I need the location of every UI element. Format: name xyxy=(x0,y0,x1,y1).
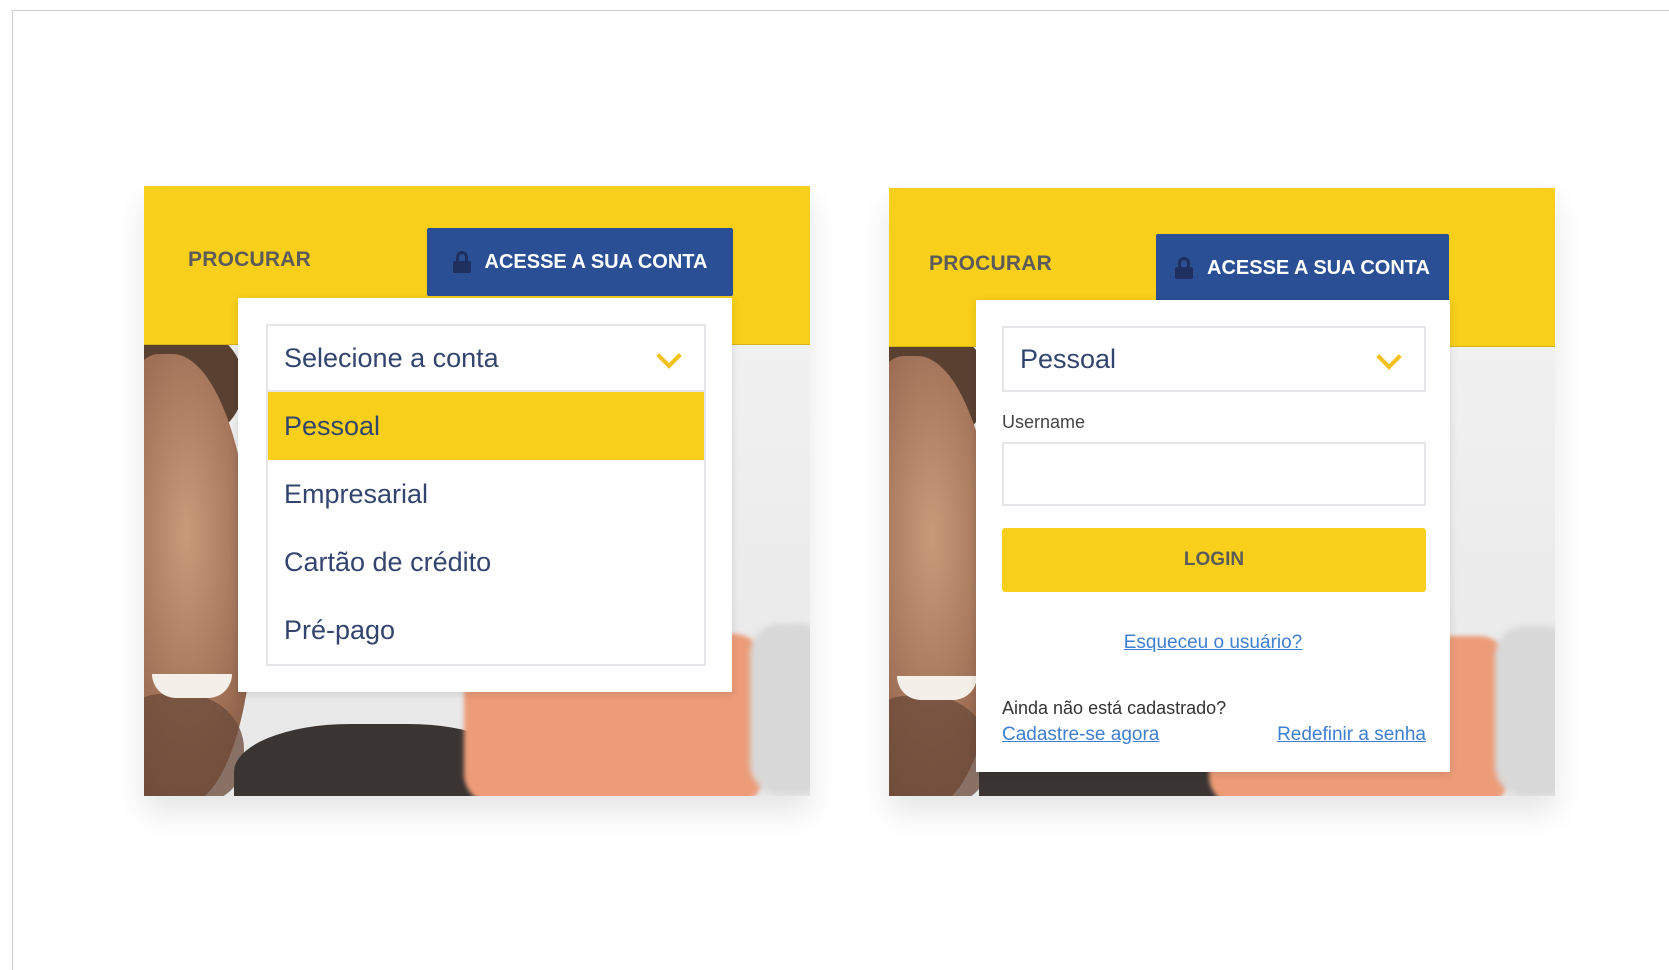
access-account-label: ACESSE A SUA CONTA xyxy=(1207,256,1430,279)
access-account-button[interactable]: ACESSE A SUA CONTA xyxy=(427,228,733,296)
reset-password-link[interactable]: Redefinir a senha xyxy=(1277,724,1426,746)
lock-icon xyxy=(452,251,471,273)
search-link[interactable]: PROCURAR xyxy=(188,248,311,272)
account-type-select-value: Selecione a conta xyxy=(284,342,499,373)
option-pessoal[interactable]: Pessoal xyxy=(268,392,704,460)
account-menu-card: Selecione a conta Pessoal Empresarial Ca… xyxy=(238,298,732,692)
account-dropdown-panel: PROCURAR ACESSE A SUA CONTA Selecione a … xyxy=(144,186,810,796)
login-button[interactable]: LOGIN xyxy=(1002,528,1426,592)
option-pre-pago[interactable]: Pré-pago xyxy=(268,596,704,664)
option-empresarial[interactable]: Empresarial xyxy=(268,460,704,528)
forgot-username-link[interactable]: Esqueceu o usuário? xyxy=(976,632,1450,654)
account-type-select[interactable]: Selecione a conta xyxy=(266,324,706,392)
account-type-options: Pessoal Empresarial Cartão de crédito Pr… xyxy=(266,392,706,666)
access-account-label: ACESSE A SUA CONTA xyxy=(484,250,708,273)
login-panel: PROCURAR ACESSE A SUA CONTA Pessoal User… xyxy=(889,188,1555,796)
lock-icon xyxy=(1175,257,1193,279)
username-input[interactable] xyxy=(1002,442,1426,506)
login-card: Pessoal Username LOGIN Esqueceu o usuári… xyxy=(976,300,1450,772)
chevron-down-icon xyxy=(1376,344,1402,370)
account-type-select[interactable]: Pessoal xyxy=(1002,326,1426,392)
access-account-button[interactable]: ACESSE A SUA CONTA xyxy=(1156,234,1449,302)
chevron-down-icon xyxy=(656,343,682,369)
username-label: Username xyxy=(1002,412,1086,432)
account-type-select-value: Pessoal xyxy=(1020,343,1117,374)
search-link[interactable]: PROCURAR xyxy=(929,252,1052,276)
option-cartao-de-credito[interactable]: Cartão de crédito xyxy=(268,528,704,596)
not-registered-text: Ainda não está cadastrado? xyxy=(1002,698,1227,718)
signup-link[interactable]: Cadastre-se agora xyxy=(1002,724,1159,746)
